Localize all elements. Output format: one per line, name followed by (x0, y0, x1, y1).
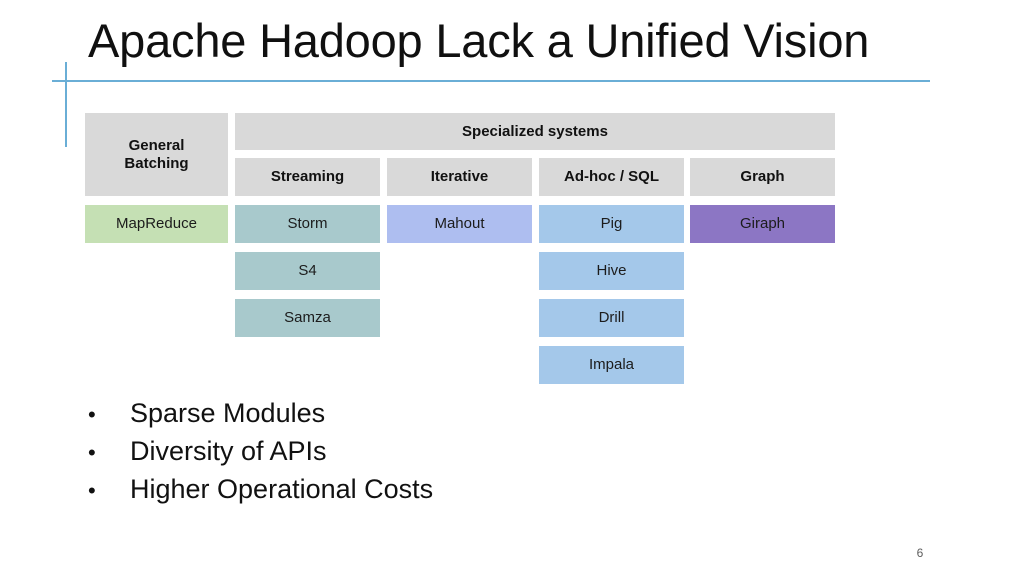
column-header-streaming: Streaming (235, 158, 380, 196)
cell-mapreduce: MapReduce (85, 205, 228, 243)
column-header-adhoc-sql: Ad-hoc / SQL (539, 158, 684, 196)
cell-impala: Impala (539, 346, 684, 384)
slide-number: 6 (916, 546, 924, 560)
bullet-text: Higher Operational Costs (130, 474, 434, 504)
cell-mahout: Mahout (387, 205, 532, 243)
general-batching-line1: General (128, 137, 185, 155)
column-header-graph: Graph (690, 158, 835, 196)
cell-pig: Pig (539, 205, 684, 243)
bullet-marker: • (88, 478, 96, 503)
general-batching-line2: Batching (124, 154, 189, 172)
cell-hive: Hive (539, 252, 684, 290)
list-item: • Sparse Modules (88, 398, 788, 436)
list-item: • Higher Operational Costs (88, 474, 788, 512)
bullet-text: Sparse Modules (130, 398, 326, 428)
specialized-systems-banner: Specialized systems (235, 113, 835, 150)
bullet-text: Diversity of APIs (130, 436, 327, 466)
cell-drill: Drill (539, 299, 684, 337)
cell-s4: S4 (235, 252, 380, 290)
bullet-marker: • (88, 440, 96, 465)
general-batching-header: General Batching (85, 113, 228, 196)
cell-storm: Storm (235, 205, 380, 243)
column-header-iterative: Iterative (387, 158, 532, 196)
slide: Apache Hadoop Lack a Unified Vision Gene… (0, 0, 1024, 576)
cell-giraph: Giraph (690, 205, 835, 243)
bullet-list: • Sparse Modules • Diversity of APIs • H… (88, 398, 788, 512)
list-item: • Diversity of APIs (88, 436, 788, 474)
bullet-marker: • (88, 402, 96, 427)
cell-samza: Samza (235, 299, 380, 337)
